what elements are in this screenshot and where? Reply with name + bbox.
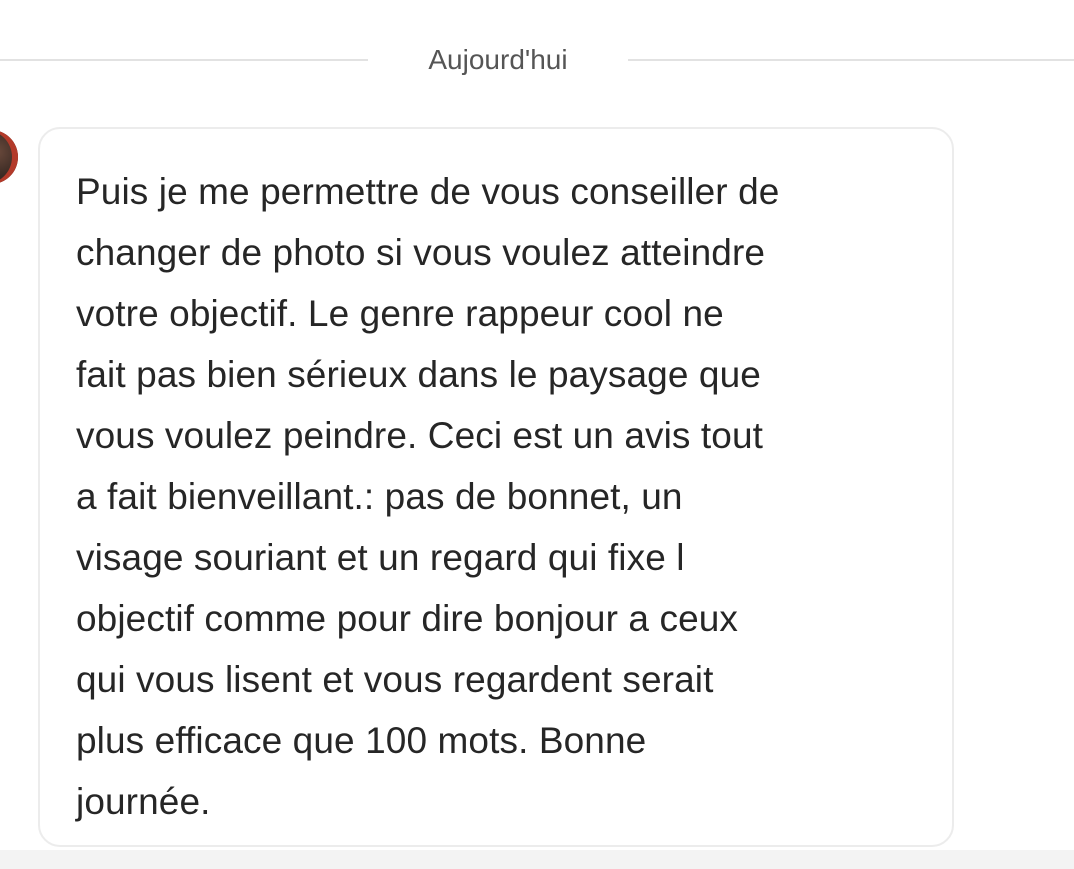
message-line: visage souriant et un regard qui fixe l bbox=[76, 537, 685, 578]
message-bubble[interactable]: Puis je me permettre de vous conseiller … bbox=[38, 127, 954, 847]
sender-avatar[interactable] bbox=[0, 130, 18, 184]
message-line: Puis je me permettre de vous conseiller … bbox=[76, 171, 780, 212]
separator-line-left bbox=[0, 59, 368, 61]
message-line: journée. bbox=[76, 781, 211, 822]
message-line: qui vous lisent et vous regardent serait bbox=[76, 659, 714, 700]
message-line: votre objectif. Le genre rappeur cool ne bbox=[76, 293, 724, 334]
message-line: objectif comme pour dire bonjour a ceux bbox=[76, 598, 739, 639]
date-separator: Aujourd'hui bbox=[0, 40, 1074, 80]
date-separator-label: Aujourd'hui bbox=[428, 44, 568, 75]
message-line: fait pas bien sérieux dans le paysage qu… bbox=[76, 354, 761, 395]
bottom-band bbox=[0, 850, 1074, 869]
separator-line-right bbox=[628, 59, 1074, 61]
message-line: vous voulez peindre. Ceci est un avis to… bbox=[76, 415, 764, 456]
message-line: plus efficace que 100 mots. Bonne bbox=[76, 720, 647, 761]
message-line: changer de photo si vous voulez atteindr… bbox=[76, 232, 766, 273]
message-line: a fait bienveillant.: pas de bonnet, un bbox=[76, 476, 683, 517]
message-text: Puis je me permettre de vous conseiller … bbox=[76, 161, 936, 832]
